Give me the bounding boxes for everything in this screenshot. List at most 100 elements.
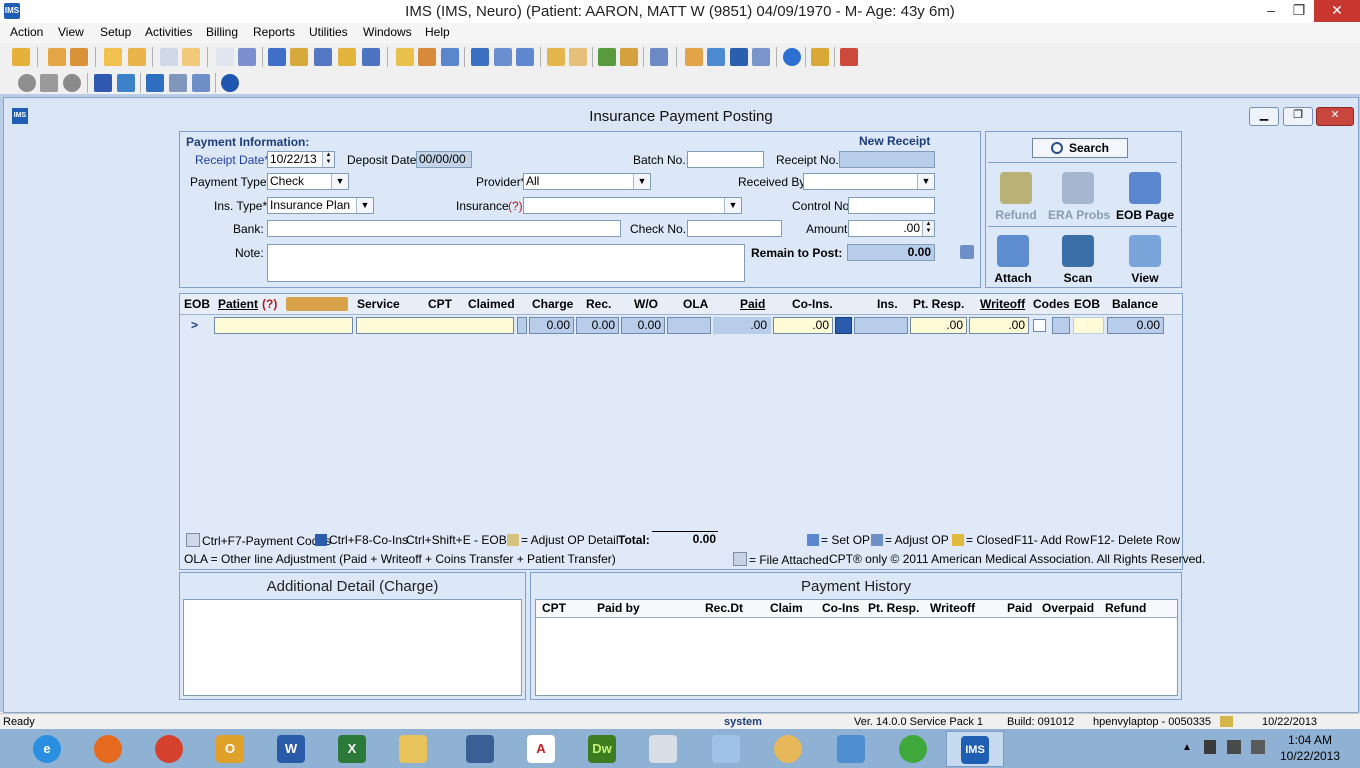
pt-resp-cell[interactable]: .00 [910, 317, 967, 334]
taskbar-calculator[interactable] [638, 731, 688, 767]
taskbar-acrobat[interactable]: A [516, 731, 566, 767]
payment-icon[interactable] [338, 48, 356, 66]
taskbar-dreamweaver[interactable]: Dw [577, 731, 627, 767]
menu-action[interactable]: Action [10, 25, 43, 39]
cancel-icon[interactable] [221, 74, 239, 92]
additional-detail-box[interactable] [183, 599, 522, 696]
building-icon[interactable] [650, 48, 668, 66]
menu-activities[interactable]: Activities [145, 25, 192, 39]
menu-windows[interactable]: Windows [363, 25, 412, 39]
claims-icon[interactable] [314, 48, 332, 66]
wo-cell[interactable]: 0.00 [621, 317, 665, 334]
hist-col-refund[interactable]: Refund [1105, 601, 1146, 615]
col-codes[interactable]: Codes [1033, 297, 1070, 311]
col-writeoff[interactable]: Writeoff [980, 297, 1025, 311]
hist-col-overpaid[interactable]: Overpaid [1042, 601, 1094, 615]
col-patient[interactable]: Patient [218, 297, 258, 311]
ins-cell[interactable] [854, 317, 908, 334]
hist-col-pt-resp[interactable]: Pt. Resp. [868, 601, 919, 615]
menu-setup[interactable]: Setup [100, 25, 131, 39]
deposit-date-field[interactable]: 00/00/00 [416, 151, 472, 168]
receipt-date-spinner[interactable]: ▲ ▼ [322, 152, 334, 167]
chart-icon[interactable] [598, 48, 616, 66]
hist-col-coins[interactable]: Co-Ins [822, 601, 859, 615]
taskbar-app-green[interactable] [888, 731, 938, 767]
taskbar-outlook[interactable]: O [205, 731, 255, 767]
provider-select[interactable]: All ▼ [523, 173, 651, 190]
close-button[interactable]: ✕ [1314, 0, 1360, 22]
taskbar-paint[interactable] [763, 731, 813, 767]
col-ola[interactable]: OLA [683, 297, 708, 311]
child-minimize-button[interactable]: ▁ [1249, 107, 1279, 126]
email-icon[interactable] [516, 48, 534, 66]
ins-type-select[interactable]: Insurance Plan ▼ [267, 197, 374, 214]
taskbar-ims[interactable]: IMS [946, 731, 1004, 767]
codes-checkbox[interactable] [1033, 319, 1046, 332]
messages-icon[interactable] [494, 48, 512, 66]
child-close-button[interactable]: ✕ [1316, 107, 1354, 126]
hist-col-claim[interactable]: Claim [770, 601, 803, 615]
col-eob[interactable]: EOB [184, 297, 210, 311]
notes-icon[interactable] [569, 48, 587, 66]
user-edit-icon[interactable] [70, 48, 88, 66]
taskbar-chrome[interactable] [144, 731, 194, 767]
hist-col-paid[interactable]: Paid [1007, 601, 1032, 615]
rec-cell[interactable]: 0.00 [576, 317, 619, 334]
era-probs-button[interactable]: ERA Probs [1048, 172, 1110, 222]
tray-device-icon[interactable] [1204, 740, 1216, 754]
ola-cell[interactable] [667, 317, 711, 334]
coins-cell[interactable]: .00 [773, 317, 833, 334]
note-field[interactable] [267, 244, 745, 282]
search-button[interactable]: Search [1032, 138, 1128, 158]
tray-volume-icon[interactable] [1251, 740, 1265, 754]
receipt-date-field[interactable]: 10/22/13 ▲ ▼ [267, 151, 335, 168]
hist-col-rec-dt[interactable]: Rec.Dt [705, 601, 743, 615]
import-icon[interactable] [685, 48, 703, 66]
col-cpt[interactable]: CPT [428, 297, 452, 311]
clipboard-icon[interactable] [620, 48, 638, 66]
col-eob2[interactable]: EOB [1074, 297, 1100, 311]
patient-icon[interactable] [12, 48, 30, 66]
calendar-icon[interactable] [396, 48, 414, 66]
batch-no-field[interactable] [687, 151, 764, 168]
tray-network-icon[interactable] [1227, 740, 1241, 754]
check-no-field[interactable] [687, 220, 782, 237]
chevron-down-icon[interactable]: ▼ [331, 174, 348, 189]
exit-icon[interactable] [840, 48, 858, 66]
export-icon[interactable] [752, 48, 770, 66]
chevron-down-icon[interactable]: ▼ [356, 198, 373, 213]
taskbar-clock[interactable]: 1:04 AM 10/22/2013 [1278, 732, 1342, 764]
eob-cell[interactable] [1073, 317, 1104, 334]
chevron-down-icon[interactable]: ▼ [633, 174, 650, 189]
folder-icon[interactable] [104, 48, 122, 66]
balance-cell[interactable]: 0.00 [1107, 317, 1164, 334]
taskbar-firefox[interactable] [83, 731, 133, 767]
charge-icon[interactable] [290, 48, 308, 66]
col-rec[interactable]: Rec. [586, 297, 611, 311]
transfer-icon[interactable] [268, 48, 286, 66]
coins-transfer-icon[interactable] [835, 317, 852, 334]
child-restore-button[interactable]: ❐ [1283, 107, 1313, 126]
amount-field[interactable]: .00 ▲ ▼ [848, 220, 935, 237]
user-icon[interactable] [48, 48, 66, 66]
add-icon[interactable] [18, 74, 36, 92]
paid-cell[interactable]: .00 [713, 317, 771, 334]
writeoff-cell[interactable]: .00 [969, 317, 1029, 334]
taskbar-notepad[interactable] [701, 731, 751, 767]
view-button[interactable]: View [1115, 235, 1175, 285]
payment-type-select[interactable]: Check ▼ [267, 173, 349, 190]
col-claimed[interactable]: Claimed [468, 297, 515, 311]
receipt-no-field[interactable] [839, 151, 935, 168]
received-by-select[interactable]: ▼ [803, 173, 935, 190]
edit-icon[interactable] [40, 74, 58, 92]
note-remove-icon[interactable] [960, 245, 974, 259]
undo-icon[interactable] [117, 74, 135, 92]
amount-spinner[interactable]: ▲ ▼ [922, 221, 934, 236]
eob-page-button[interactable]: EOB Page [1115, 172, 1175, 222]
taskbar-excel[interactable]: X [327, 731, 377, 767]
row-selector[interactable]: > [191, 318, 198, 332]
col-charge[interactable]: Charge [532, 297, 573, 311]
taskbar-internet-explorer[interactable]: e [22, 731, 72, 767]
patient-lookup-icons[interactable] [286, 297, 348, 311]
col-pt-resp[interactable]: Pt. Resp. [913, 297, 964, 311]
